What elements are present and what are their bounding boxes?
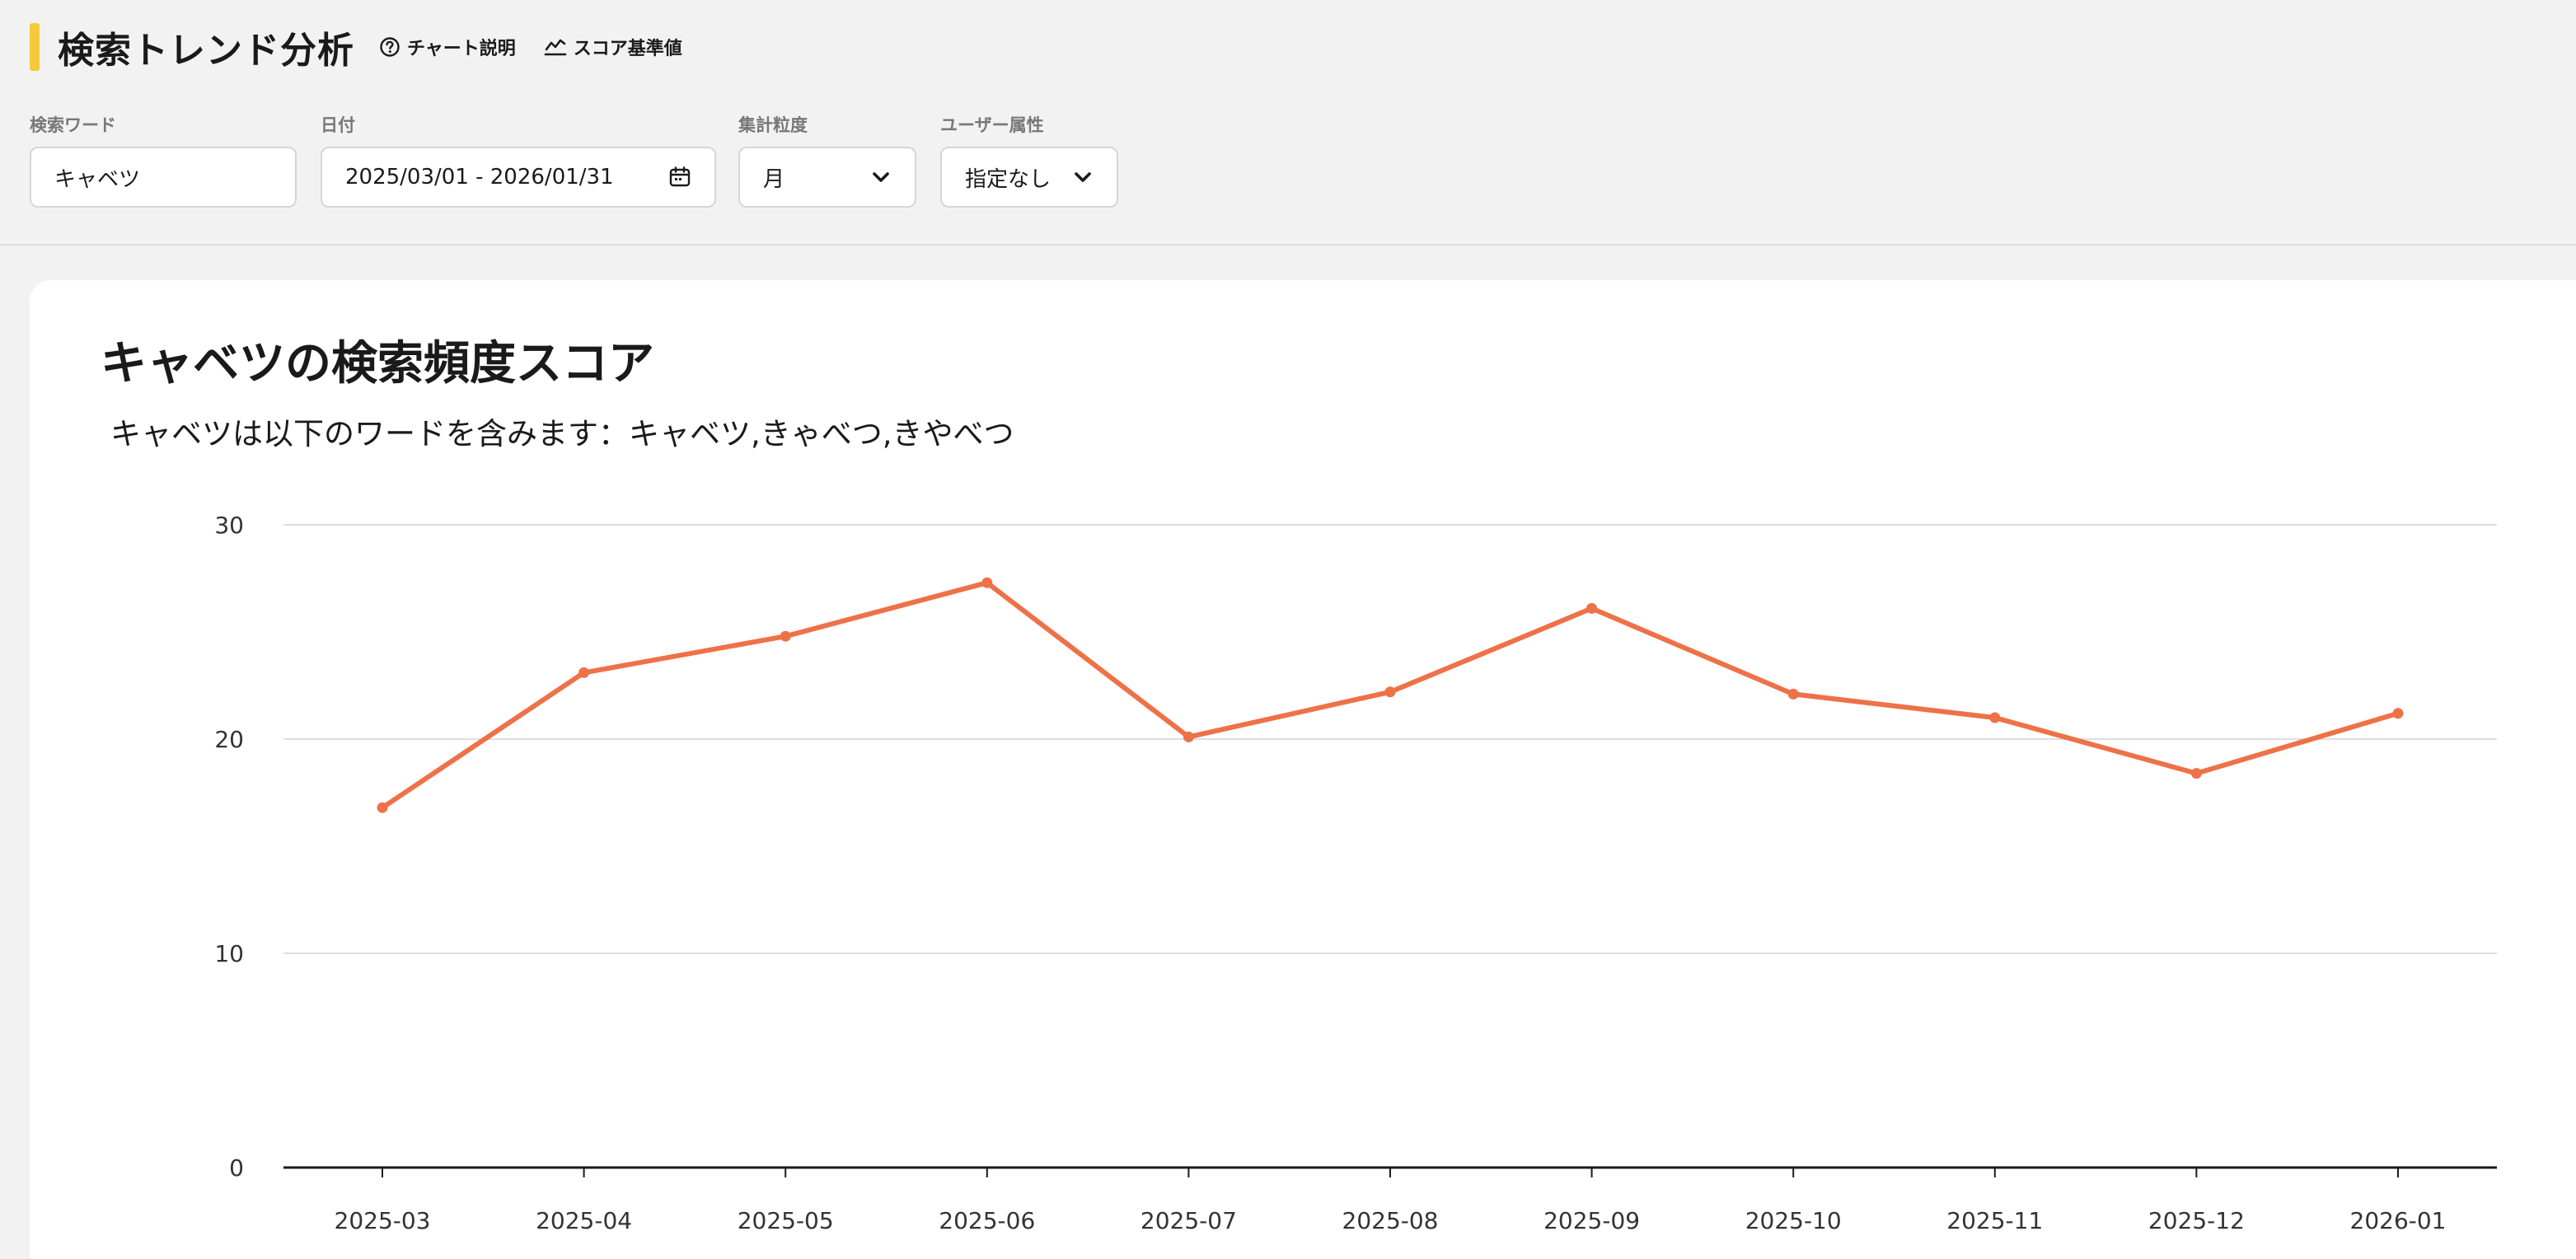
keyword-filter-label: 検索ワード: [30, 115, 116, 135]
chart-description-link[interactable]: チャート説明: [379, 34, 516, 60]
y-tick-label: 20: [214, 726, 244, 753]
x-tick-label: 2025-05: [738, 1207, 834, 1234]
line-chart-icon: [544, 39, 567, 56]
date-filter-label: 日付: [321, 115, 355, 135]
chart-card: キャベツの検索頻度スコア キャベツは以下のワードを含みます：キャベツ,きゃべつ,…: [30, 280, 2576, 1259]
x-tick-label: 2025-04: [536, 1207, 632, 1234]
x-tick-label: 2025-06: [939, 1207, 1035, 1234]
title-row: 検索トレンド分析 チャート説明 スコア基準値: [30, 21, 710, 73]
title-accent-bar: [30, 23, 40, 71]
user-attribute-select[interactable]: 指定なし: [940, 147, 1118, 208]
keyword-input-value: キャベツ: [54, 166, 141, 192]
data-point: [1586, 602, 1598, 614]
data-point: [2190, 768, 2202, 779]
x-tick-label: 2026-01: [2350, 1207, 2447, 1234]
y-tick-label: 30: [214, 512, 244, 539]
y-tick-label: 0: [229, 1154, 244, 1182]
data-point: [1183, 731, 1194, 742]
date-range-picker[interactable]: 2025/03/01 - 2026/01/31: [321, 147, 716, 208]
user-attribute-filter: ユーザー属性 指定なし: [940, 112, 1118, 208]
data-point: [1787, 688, 1799, 700]
granularity-select-value: 月: [763, 166, 785, 192]
chevron-down-icon: [1075, 172, 1091, 182]
chevron-down-icon: [873, 172, 889, 182]
score-baseline-label: スコア基準値: [573, 39, 682, 59]
page: 検索トレンド分析 チャート説明 スコア基準値 検索ワード キャベツ 日付 202…: [0, 0, 2576, 1259]
chart-description-label: チャート説明: [407, 39, 516, 59]
calendar-icon: [669, 166, 691, 187]
data-point: [1384, 686, 1396, 698]
data-point: [1989, 712, 2001, 723]
page-title: 検索トレンド分析: [58, 30, 354, 72]
granularity-filter-label: 集計粒度: [738, 115, 808, 135]
score-baseline-link[interactable]: スコア基準値: [544, 34, 682, 60]
user-attribute-filter-label: ユーザー属性: [940, 115, 1044, 135]
x-tick-label: 2025-09: [1543, 1207, 1640, 1234]
x-tick-label: 2025-08: [1342, 1207, 1439, 1234]
keyword-filter: 検索ワード キャベツ: [30, 112, 297, 208]
date-range-value: 2025/03/01 - 2026/01/31: [345, 165, 614, 190]
granularity-select[interactable]: 月: [738, 147, 916, 208]
x-tick-label: 2025-03: [335, 1207, 431, 1234]
data-point: [780, 630, 791, 642]
x-tick-label: 2025-07: [1140, 1207, 1237, 1234]
keyword-input[interactable]: キャベツ: [30, 147, 297, 208]
x-tick-label: 2025-12: [2148, 1207, 2245, 1234]
user-attribute-select-value: 指定なし: [965, 166, 1051, 192]
question-circle-icon: [380, 37, 400, 57]
granularity-filter: 集計粒度 月: [738, 112, 916, 208]
data-point: [2392, 708, 2404, 719]
header: 検索トレンド分析 チャート説明 スコア基準値 検索ワード キャベツ 日付 202…: [0, 0, 2576, 246]
data-point: [981, 577, 993, 588]
date-filter: 日付 2025/03/01 - 2026/01/31: [321, 112, 716, 208]
x-tick-label: 2025-10: [1745, 1207, 1842, 1234]
y-tick-label: 10: [214, 940, 244, 967]
data-point: [578, 667, 590, 678]
x-tick-label: 2025-11: [1946, 1207, 2043, 1234]
line-chart: 0 10 20 30 2025-03 2025-04 2025-05 2025-06 2025-…: [214, 512, 2497, 1234]
data-point: [377, 802, 388, 813]
